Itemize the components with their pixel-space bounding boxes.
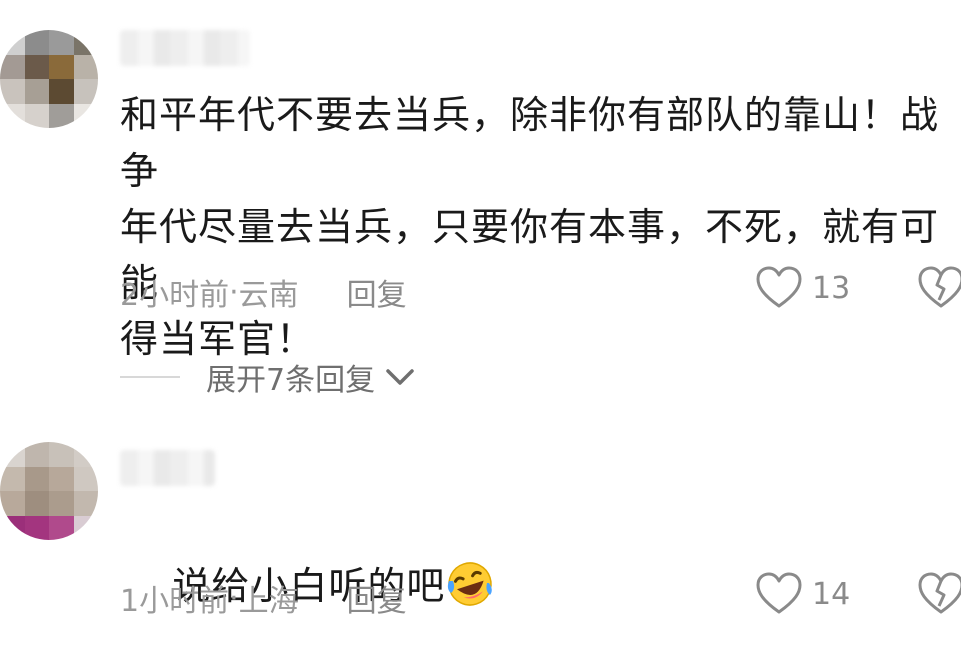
username-blurred[interactable] bbox=[120, 30, 250, 66]
meta-separator: · bbox=[229, 274, 239, 310]
broken-heart-icon bbox=[918, 266, 961, 310]
comment-item: 和平年代不要去当兵，除非你有部队的靠山！战争 年代尽量去当兵，只要你有本事，不死… bbox=[0, 0, 961, 410]
expand-replies-label: 展开7条回复 bbox=[206, 363, 376, 398]
comment-location: 上海 bbox=[238, 584, 299, 619]
heart-outline-icon bbox=[756, 266, 802, 310]
comment-item: 说给小白听的吧 1小时前 · 上海 回复 14 bbox=[0, 410, 961, 619]
laughing-crying-emoji-icon bbox=[445, 559, 495, 609]
dislike-button[interactable] bbox=[918, 266, 961, 314]
divider-line bbox=[120, 376, 180, 378]
like-count: 13 bbox=[812, 270, 851, 306]
like-count: 14 bbox=[812, 576, 851, 612]
comment-meta: 2小时前 · 云南 回复 bbox=[120, 270, 407, 314]
comment-text: 和平年代不要去当兵，除非你有部队的靠山！战争 年代尽量去当兵，只要你有本事，不死… bbox=[120, 93, 940, 361]
reply-button[interactable]: 回复 bbox=[347, 576, 407, 620]
meta-separator: · bbox=[229, 580, 239, 616]
dislike-button[interactable] bbox=[918, 572, 961, 620]
comment-time: 2小时前 bbox=[120, 278, 230, 313]
reply-button[interactable]: 回复 bbox=[347, 270, 407, 314]
avatar[interactable] bbox=[0, 30, 98, 128]
comment-time: 1小时前 bbox=[120, 584, 230, 619]
username-blurred[interactable] bbox=[120, 450, 215, 486]
comment-location: 云南 bbox=[238, 278, 299, 313]
like-button[interactable]: 13 bbox=[756, 266, 850, 310]
like-button[interactable]: 14 bbox=[756, 572, 850, 616]
expand-replies-button[interactable]: 展开7条回复 bbox=[120, 355, 415, 399]
chevron-down-icon bbox=[385, 367, 415, 387]
broken-heart-icon bbox=[918, 572, 961, 616]
comment-meta: 1小时前 · 上海 回复 bbox=[120, 576, 407, 620]
avatar[interactable] bbox=[0, 442, 98, 540]
heart-outline-icon bbox=[756, 572, 802, 616]
